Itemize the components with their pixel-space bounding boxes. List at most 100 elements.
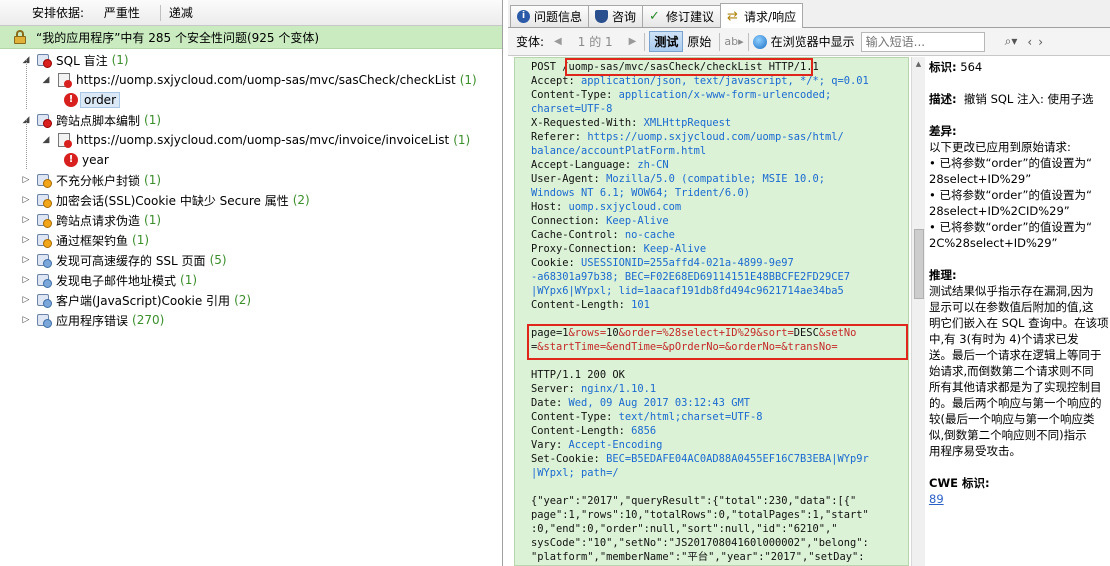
- http-line: |WYpxl; path=/: [531, 467, 619, 479]
- tree-item-count: (1): [132, 233, 150, 247]
- http-line: Connection: Keep-Alive: [531, 215, 669, 227]
- tree-item-count: (1): [180, 273, 198, 287]
- tree-issue-item[interactable]: ▷ 应用程序错误 (270): [0, 310, 502, 330]
- tab-issue-info[interactable]: i 问题信息: [510, 5, 590, 27]
- tree-item-count: (1): [459, 73, 477, 87]
- expand-icon[interactable]: ◢: [40, 135, 52, 145]
- reasoning-line: 测试结果似乎指示存在漏洞,因为: [929, 284, 1094, 298]
- summary-text: “我的应用程序”中有 285 个安全性问题(925 个变体): [36, 30, 320, 45]
- http-line: {"year":"2017","queryResult":{"total":23…: [531, 495, 857, 507]
- alert-icon: !: [64, 153, 78, 167]
- issues-pane: 安排依据: 严重性 递减 “我的应用程序”中有 285 个安全性问题(925 个…: [0, 0, 503, 566]
- issues-summary[interactable]: “我的应用程序”中有 285 个安全性问题(925 个变体): [0, 26, 502, 49]
- request-body-highlight: [527, 324, 908, 360]
- expand-icon[interactable]: ◢: [40, 75, 52, 85]
- reasoning-label: 推理:: [929, 268, 957, 282]
- http-line: Cookie: USESSIONID=255affd4-021a-4899-9e…: [531, 257, 794, 269]
- tree-item-label: https://uomp.sxjycloud.com/uomp-sas/mvc/…: [76, 73, 456, 87]
- vertical-scrollbar[interactable]: ▲: [911, 57, 925, 566]
- id-row: 标识: 564: [929, 59, 1110, 75]
- original-button[interactable]: 原始: [683, 31, 715, 52]
- tab-fix-recommendation[interactable]: ✓ 修订建议: [642, 5, 722, 27]
- http-line: Date: Wed, 09 Aug 2017 03:12:43 GMT: [531, 397, 750, 409]
- tree-item-count: (1): [144, 213, 162, 227]
- tree-item-count: (270): [132, 313, 165, 327]
- tree-issue-item[interactable]: ▷ 发现电子邮件地址模式 (1): [0, 270, 502, 290]
- http-line: Proxy-Connection: Keep-Alive: [531, 243, 707, 255]
- variant-toolbar: 变体: ◀ 1 的 1 ▶ 测试 原始 ab▸ 在浏览器中显示 ⌕▾ ‹ ›: [508, 28, 1110, 56]
- http-line: sysCode":"10","setNo":"JS20170804160l000…: [531, 537, 869, 549]
- id-value: 564: [960, 60, 983, 74]
- prev-match-icon[interactable]: ‹: [1027, 35, 1032, 49]
- prev-variant-icon[interactable]: ◀: [554, 36, 562, 47]
- tree-item-label: 应用程序错误: [56, 313, 129, 328]
- tree-issue-item[interactable]: ▷ 发现可高速缓存的 SSL 页面 (5): [0, 250, 502, 270]
- shield-icon: [595, 10, 609, 23]
- scroll-up-icon[interactable]: ▲: [912, 57, 925, 71]
- diff-item: • 已将参数“order”的值设置为“: [929, 156, 1092, 170]
- diff-list: • 已将参数“order”的值设置为“ 28select+ID%29” • 已将参数…: [929, 155, 1110, 251]
- ab-diff-icon[interactable]: ab▸: [724, 35, 743, 48]
- tree-issue-item[interactable]: ▷ 跨站点请求伪造 (1): [0, 210, 502, 230]
- test-button[interactable]: 测试: [649, 31, 684, 52]
- collapse-icon[interactable]: ▷: [20, 235, 32, 245]
- issue-severity-icon: [36, 212, 52, 228]
- cwe-link[interactable]: 89: [929, 491, 1110, 507]
- info-icon: i: [517, 10, 530, 23]
- tree-issue-item[interactable]: ▷ 不充分帐户封锁 (1): [0, 170, 502, 190]
- tab-label: 咨询: [612, 10, 637, 24]
- tab-advisory[interactable]: 咨询: [588, 5, 644, 27]
- collapse-icon[interactable]: ▷: [20, 315, 32, 325]
- tree-item-label: 客户端(JavaScript)Cookie 引用: [56, 293, 231, 308]
- collapse-icon[interactable]: ▷: [20, 275, 32, 285]
- url-page-icon: [56, 72, 72, 88]
- scroll-thumb[interactable]: [914, 229, 924, 299]
- http-line: balance/accountPlatForm.html: [531, 145, 707, 157]
- tree-url-item[interactable]: ◢ https://uomp.sxjycloud.com/uomp-sas/mvc…: [0, 70, 502, 90]
- diff-item: 28select+ID%29”: [929, 172, 1032, 186]
- http-line: -a68301a97b38; BEC=F02E68ED69114151E48BB…: [531, 271, 851, 283]
- tree-param-item[interactable]: ! year: [0, 150, 502, 170]
- http-line: HTTP/1.1 200 OK: [531, 369, 625, 381]
- tree-param-item[interactable]: ! order: [0, 90, 502, 110]
- desc-label: 描述:: [929, 92, 957, 106]
- http-line: :0,"end":0,"order":null,"sort":null,"id"…: [531, 523, 838, 535]
- tree-issue-item[interactable]: ▷ 客户端(JavaScript)Cookie 引用 (2): [0, 290, 502, 310]
- collapse-icon[interactable]: ▷: [20, 175, 32, 185]
- search-icon[interactable]: ⌕▾: [1005, 34, 1018, 49]
- reasoning-line: 较(最后一个响应与第一个响应类: [929, 412, 1095, 426]
- reasoning-line: 送。最后一个请求在逻辑上等同于: [929, 348, 1102, 362]
- tree-issue-item[interactable]: ◢ 跨站点脚本编制 (1): [0, 110, 502, 130]
- tab-label: 修订建议: [666, 10, 715, 24]
- collapse-icon[interactable]: ▷: [20, 255, 32, 265]
- tree-connector: [26, 119, 27, 169]
- reasoning-line: 所有其他请求都是为了实现控制目: [929, 380, 1102, 394]
- reasoning-line: 始请求,而倒数第二个请求则不同: [929, 364, 1094, 378]
- next-match-icon[interactable]: ›: [1038, 35, 1043, 49]
- sort-value[interactable]: 严重性: [88, 6, 140, 20]
- collapse-icon[interactable]: ▷: [20, 295, 32, 305]
- tree-url-item[interactable]: ◢ https://uomp.sxjycloud.com/uomp-sas/mvc…: [0, 130, 502, 150]
- http-line: Accept-Language: zh-CN: [531, 159, 669, 171]
- tab-request-response[interactable]: ⇄ 请求/响应: [720, 3, 804, 28]
- raw-http-view[interactable]: POST /uomp-sas/mvc/sasCheck/checkList HT…: [514, 57, 909, 566]
- collapse-icon[interactable]: ▷: [20, 195, 32, 205]
- http-line: Windows NT 6.1; WOW64; Trident/6.0): [531, 187, 750, 199]
- tree-issue-item[interactable]: ▷ 通过框架钓鱼 (1): [0, 230, 502, 250]
- collapse-icon[interactable]: ▷: [20, 215, 32, 225]
- tree-issue-item[interactable]: ▷ 加密会话(SSL)Cookie 中缺少 Secure 属性 (2): [0, 190, 502, 210]
- request-response-icon: ⇄: [727, 8, 738, 24]
- variant-label: 变体:: [516, 35, 545, 49]
- http-line: Cache-Control: no-cache: [531, 229, 675, 241]
- next-variant-icon[interactable]: ▶: [629, 36, 637, 47]
- tree-item-label: https://uomp.sxjycloud.com/uomp-sas/mvc/…: [76, 133, 450, 147]
- http-line: Referer: https://uomp.sxjycloud.com/uomp…: [531, 131, 844, 143]
- show-in-browser-button[interactable]: 在浏览器中显示: [771, 33, 855, 50]
- sort-order[interactable]: 递减: [161, 4, 193, 21]
- tree-item-label: 加密会话(SSL)Cookie 中缺少 Secure 属性: [56, 193, 289, 208]
- sort-header[interactable]: 安排依据: 严重性 递减: [0, 0, 502, 26]
- tree-issue-item[interactable]: ◢ SQL 盲注 (1): [0, 50, 502, 70]
- http-line: X-Requested-With: XMLHttpRequest: [531, 117, 732, 129]
- tree-item-count: (2): [292, 193, 310, 207]
- phrase-search-input[interactable]: [860, 31, 985, 52]
